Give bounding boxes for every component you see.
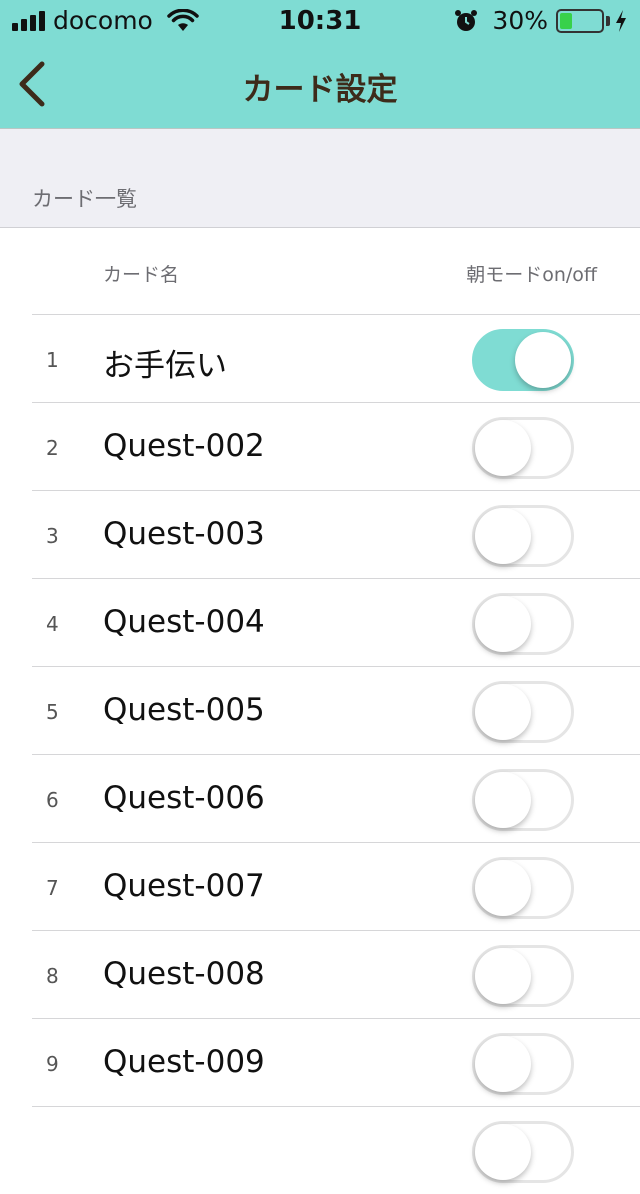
alarm-icon	[455, 9, 478, 31]
morning-mode-toggle[interactable]	[472, 945, 574, 1007]
card-name: お手伝い	[103, 348, 227, 384]
morning-mode-toggle[interactable]	[472, 593, 574, 655]
card-index: 2	[46, 436, 59, 460]
card-index: 5	[46, 700, 59, 724]
card-name: Quest-003	[103, 516, 265, 552]
toggle-knob	[475, 860, 531, 916]
card-name: Quest-004	[103, 604, 265, 640]
toggle-knob	[515, 332, 571, 388]
column-header: カード名 朝モードon/off	[0, 228, 640, 315]
card-index: 8	[46, 964, 59, 988]
card-name: Quest-008	[103, 956, 265, 992]
morning-mode-toggle[interactable]	[472, 417, 574, 479]
toggle-knob	[475, 684, 531, 740]
morning-mode-toggle[interactable]	[472, 857, 574, 919]
charging-bolt-icon	[616, 9, 626, 32]
card-index: 9	[46, 1052, 59, 1076]
status-bar: docomo 10:31 30%	[0, 0, 640, 40]
morning-mode-toggle[interactable]	[472, 681, 574, 743]
morning-mode-column-header: 朝モードon/off	[466, 264, 597, 286]
toggle-knob	[475, 948, 531, 1004]
card-index: 7	[46, 876, 59, 900]
toggle-knob	[475, 772, 531, 828]
toggle-knob	[475, 1124, 531, 1180]
list-item: 2 Quest-002	[32, 402, 640, 490]
card-index: 1	[46, 348, 59, 372]
card-name: Quest-009	[103, 1044, 265, 1080]
card-list: 1 お手伝い 2 Quest-002 3 Quest-003 4 Quest-0…	[0, 314, 640, 1194]
toggle-knob	[475, 508, 531, 564]
morning-mode-toggle[interactable]	[472, 505, 574, 567]
list-item: 9 Quest-009	[32, 1018, 640, 1106]
list-item: 5 Quest-005	[32, 666, 640, 754]
toggle-knob	[475, 420, 531, 476]
battery-icon	[556, 8, 604, 33]
morning-mode-toggle[interactable]	[472, 1033, 574, 1095]
card-name: Quest-006	[103, 780, 265, 816]
list-item: 8 Quest-008	[32, 930, 640, 1018]
card-index: 3	[46, 524, 59, 548]
card-name-column-header: カード名	[103, 264, 180, 286]
card-name: Quest-007	[103, 868, 265, 904]
navigation-bar: カード設定	[0, 40, 640, 128]
list-item: 1 お手伝い	[32, 314, 640, 402]
battery-fill	[560, 12, 572, 29]
card-name: Quest-002	[103, 428, 265, 464]
list-item	[32, 1106, 640, 1194]
section-header: カード一覧	[0, 129, 640, 228]
list-item: 7 Quest-007	[32, 842, 640, 930]
card-index: 4	[46, 612, 59, 636]
toggle-knob	[475, 596, 531, 652]
section-title: カード一覧	[32, 187, 137, 211]
morning-mode-toggle[interactable]	[472, 329, 574, 391]
card-index: 6	[46, 788, 59, 812]
morning-mode-toggle[interactable]	[472, 769, 574, 831]
list-item: 3 Quest-003	[32, 490, 640, 578]
battery-cap	[606, 15, 610, 26]
morning-mode-toggle[interactable]	[472, 1121, 574, 1183]
card-name: Quest-005	[103, 692, 265, 728]
battery-percent: 30%	[492, 6, 548, 35]
page-title: カード設定	[242, 72, 398, 108]
list-item: 4 Quest-004	[32, 578, 640, 666]
toggle-knob	[475, 1036, 531, 1092]
list-item: 6 Quest-006	[32, 754, 640, 842]
